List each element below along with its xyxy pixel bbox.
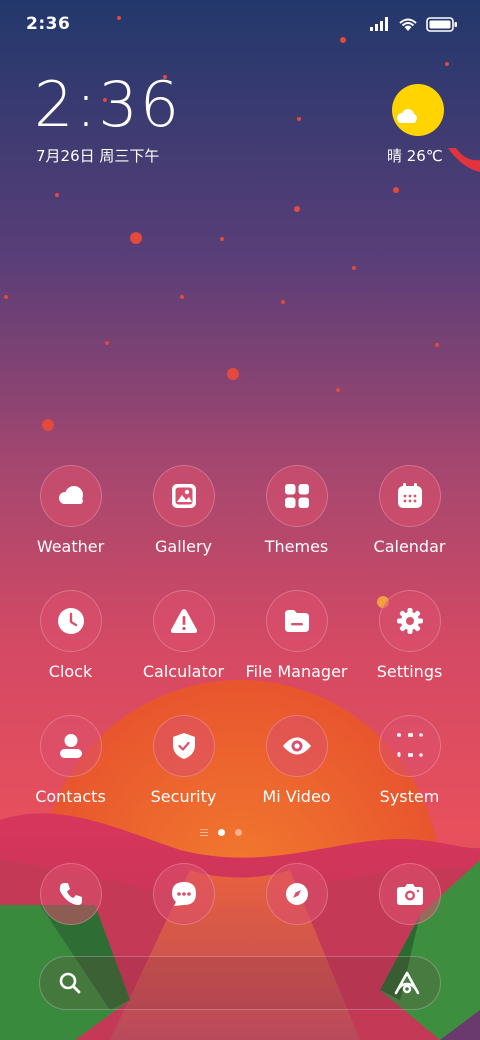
app-label: Contacts: [35, 787, 106, 806]
page-dot: [235, 829, 242, 836]
app-label: Mi Video: [262, 787, 331, 806]
app-system-folder[interactable]: System: [353, 715, 466, 806]
search-bar[interactable]: [39, 956, 441, 1010]
dock-camera[interactable]: [379, 863, 441, 925]
dock-messages[interactable]: [153, 863, 215, 925]
app-label: Settings: [376, 662, 443, 681]
search-icon[interactable]: [58, 971, 82, 995]
app-label: Weather: [36, 537, 105, 556]
folder-icon: [284, 610, 309, 632]
dock-phone[interactable]: [40, 863, 102, 925]
assistant-a-icon[interactable]: [392, 970, 422, 996]
shield-check-icon: [172, 733, 195, 759]
person-icon: [59, 734, 82, 758]
app-label: Calendar: [373, 537, 446, 556]
wifi-icon: [399, 18, 417, 31]
app-label: Calculator: [142, 662, 225, 681]
app-clock[interactable]: Clock: [14, 590, 127, 681]
weather-cloud-icon: [58, 486, 83, 504]
signal-icon: [370, 17, 388, 31]
weather-widget-text[interactable]: 晴 26℃: [387, 145, 443, 166]
app-mi-video[interactable]: Mi Video: [240, 715, 353, 806]
gear-icon: [396, 608, 423, 634]
clock-widget-date: 7月26日 周三下午: [36, 147, 160, 165]
phone-icon: [59, 883, 82, 905]
camera-icon: [397, 884, 423, 905]
app-label: Clock: [48, 662, 93, 681]
eye-icon: [282, 737, 311, 755]
app-label: File Manager: [245, 662, 348, 681]
app-label: Gallery: [155, 537, 212, 556]
page-indicator[interactable]: [200, 829, 242, 836]
app-file-manager[interactable]: File Manager: [240, 590, 353, 681]
app-calculator[interactable]: Calculator: [127, 590, 240, 681]
status-bar-icons: [370, 14, 458, 34]
app-calendar[interactable]: Calendar: [353, 465, 466, 556]
feed-page-indicator: [200, 829, 208, 836]
app-label: System: [379, 787, 440, 806]
app-gallery[interactable]: Gallery: [127, 465, 240, 556]
gallery-image-icon: [171, 484, 196, 508]
status-bar-time: 2:36: [26, 14, 71, 34]
calculator-warning-icon: [170, 609, 197, 633]
app-settings[interactable]: Settings: [353, 590, 466, 681]
app-label: Security: [150, 787, 217, 806]
browser-compass-icon: [286, 883, 308, 905]
calendar-icon: [397, 483, 422, 508]
clock-widget-time[interactable]: 2:36: [34, 74, 181, 136]
app-contacts[interactable]: Contacts: [14, 715, 127, 806]
sunny-cloud-icon[interactable]: [392, 84, 444, 136]
dock-browser[interactable]: [266, 863, 328, 925]
messages-icon: [172, 882, 196, 906]
folder-mini-icons: [396, 733, 423, 757]
clock-icon: [57, 608, 84, 634]
app-security[interactable]: Security: [127, 715, 240, 806]
app-themes[interactable]: Themes: [240, 465, 353, 556]
app-weather[interactable]: Weather: [14, 465, 127, 556]
page-dot-active: [218, 829, 225, 836]
themes-grid-icon: [284, 484, 309, 508]
app-label: Themes: [264, 537, 329, 556]
battery-icon: [426, 16, 457, 32]
